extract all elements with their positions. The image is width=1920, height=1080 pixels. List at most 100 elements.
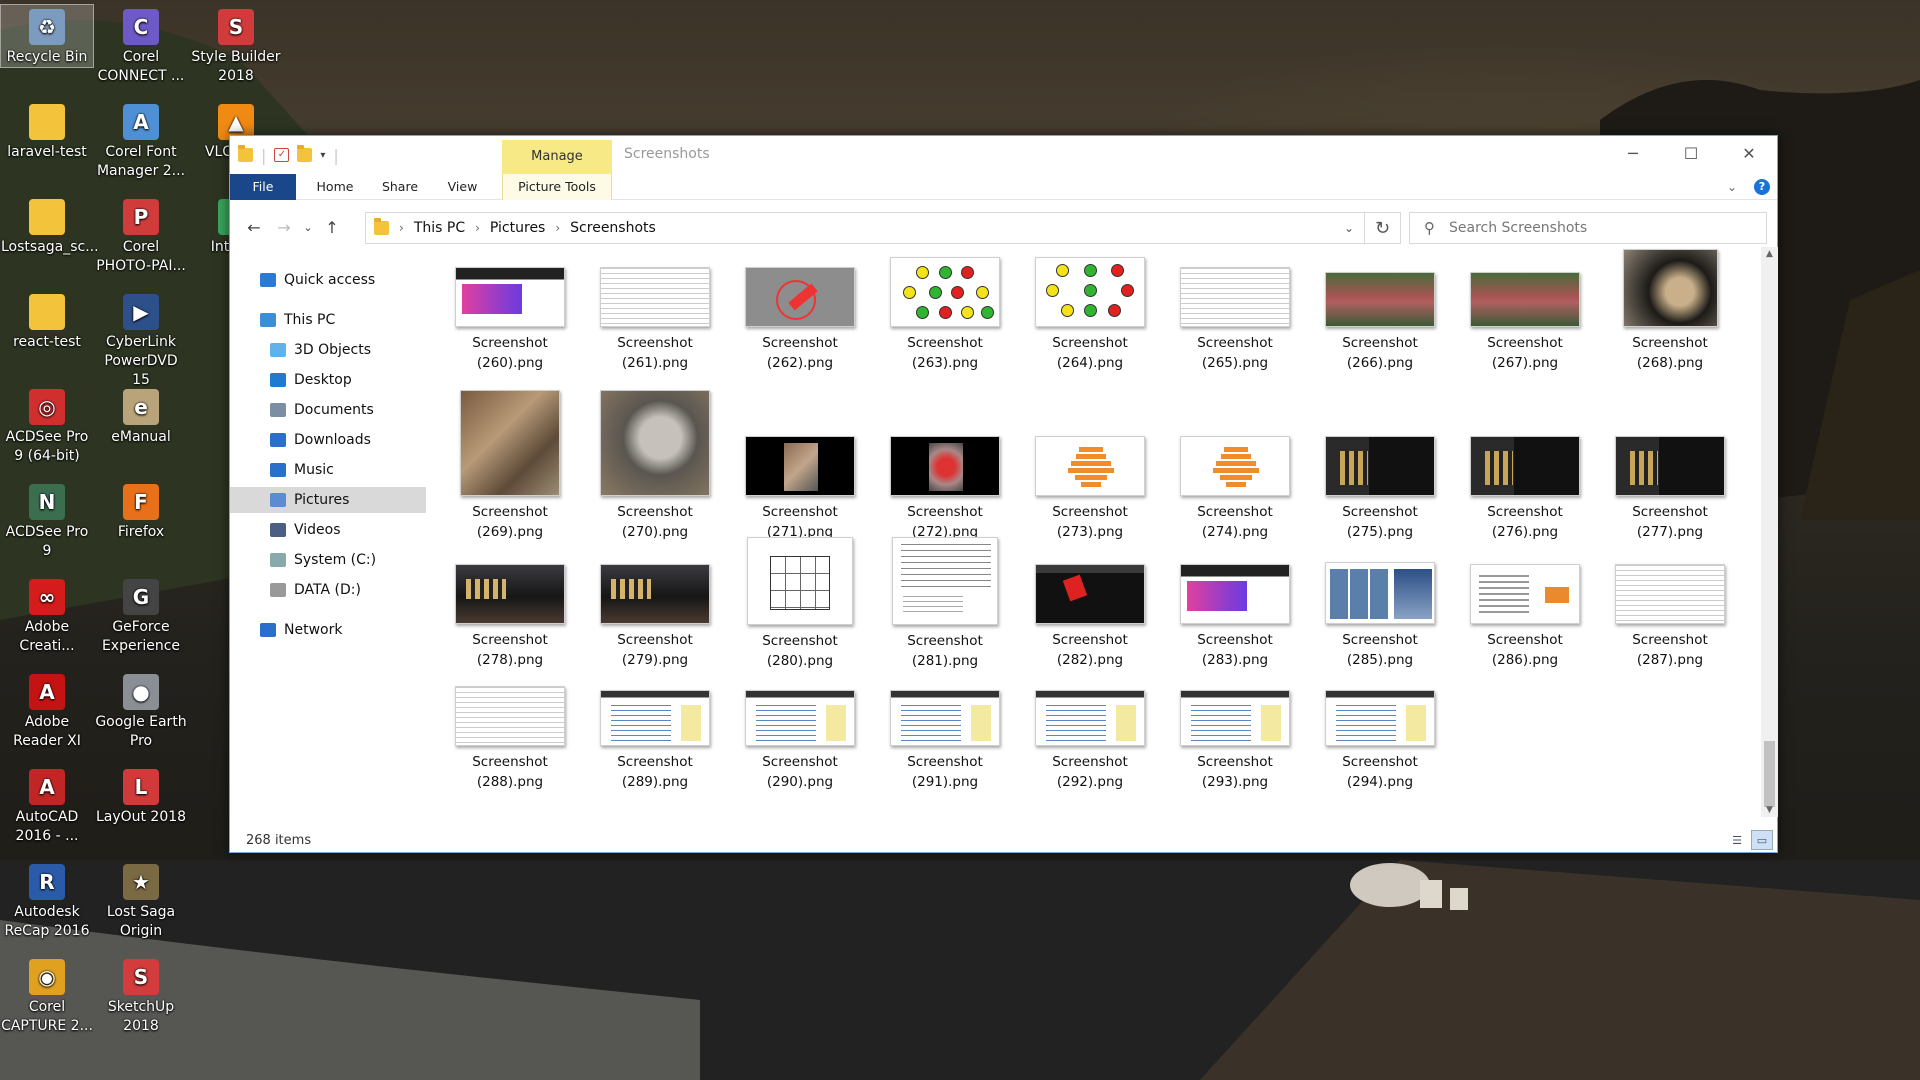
tab-share[interactable]: Share bbox=[375, 174, 425, 200]
recent-locations-button[interactable]: ⌄ bbox=[296, 215, 320, 239]
file-tile[interactable]: Screenshot (271).png bbox=[730, 382, 870, 542]
desktop-icon-corel-font-manager-2[interactable]: A Corel Font Manager 2... bbox=[95, 100, 187, 181]
up-button[interactable]: ↑ bbox=[320, 215, 344, 239]
file-tile[interactable]: Screenshot (282).png bbox=[1020, 537, 1160, 670]
folder-icon[interactable] bbox=[238, 145, 253, 162]
file-tile[interactable]: Screenshot (273).png bbox=[1020, 382, 1160, 542]
tab-view[interactable]: View bbox=[440, 174, 485, 200]
maximize-button[interactable]: ☐ bbox=[1662, 136, 1720, 170]
file-tile[interactable]: Screenshot (265).png bbox=[1165, 247, 1305, 373]
nav-item-network[interactable]: Network bbox=[230, 617, 426, 643]
desktop-icon-recycle-bin[interactable]: ♻ Recycle Bin bbox=[0, 4, 94, 68]
file-tile[interactable]: Screenshot (270).png bbox=[585, 382, 725, 542]
title-bar[interactable]: | ✓ ▾ | Manage Screenshots ─ ☐ ✕ bbox=[230, 136, 1777, 174]
desktop-icon-cyberlink-powerdvd-15[interactable]: ▶ CyberLink PowerDVD 15 bbox=[95, 290, 187, 390]
file-tile[interactable]: Screenshot (287).png bbox=[1600, 537, 1740, 670]
desktop-icon-react-test[interactable]: react-test bbox=[1, 290, 93, 352]
file-tile[interactable]: Screenshot (264).png bbox=[1020, 247, 1160, 373]
nav-item-quick-access[interactable]: Quick access bbox=[230, 267, 426, 293]
nav-item-documents[interactable]: Documents bbox=[230, 397, 426, 423]
file-tile[interactable]: Screenshot (263).png bbox=[875, 247, 1015, 373]
desktop-icon-emanual[interactable]: e eManual bbox=[95, 385, 187, 447]
file-tile[interactable]: Screenshot (261).png bbox=[585, 247, 725, 373]
forward-button[interactable]: → bbox=[272, 215, 296, 239]
file-tile[interactable]: Screenshot (290).png bbox=[730, 665, 870, 792]
tab-file[interactable]: File bbox=[230, 174, 296, 200]
file-tile[interactable]: Screenshot (276).png bbox=[1455, 382, 1595, 542]
large-icons-view-button[interactable]: ▭ bbox=[1751, 830, 1773, 850]
file-explorer-window[interactable]: | ✓ ▾ | Manage Screenshots ─ ☐ ✕ File Ho… bbox=[229, 135, 1778, 853]
nav-item-system-c[interactable]: System (C:) bbox=[230, 547, 426, 573]
file-tile[interactable]: Screenshot (285).png bbox=[1310, 537, 1450, 670]
desktop-icon-corel-photo-pai[interactable]: P Corel PHOTO-PAI... bbox=[95, 195, 187, 276]
close-button[interactable]: ✕ bbox=[1720, 136, 1778, 170]
file-tile[interactable]: Screenshot (292).png bbox=[1020, 665, 1160, 792]
file-tile[interactable]: Screenshot (279).png bbox=[585, 537, 725, 670]
scrollbar-thumb[interactable] bbox=[1764, 741, 1775, 807]
desktop-icon-laravel-test[interactable]: laravel-test bbox=[1, 100, 93, 162]
desktop-icon-google-earth-pro[interactable]: ● Google Earth Pro bbox=[95, 670, 187, 751]
properties-icon[interactable]: ✓ bbox=[274, 148, 290, 162]
desktop-icon-style-builder-2018[interactable]: S Style Builder 2018 bbox=[190, 5, 282, 86]
file-tile[interactable]: Screenshot (281).png bbox=[875, 537, 1015, 671]
breadcrumb-pictures[interactable]: Pictures bbox=[490, 220, 545, 236]
desktop-icon-sketchup-2018[interactable]: S SketchUp 2018 bbox=[95, 955, 187, 1036]
file-tile[interactable]: Screenshot (278).png bbox=[440, 537, 580, 670]
nav-item-desktop[interactable]: Desktop bbox=[230, 367, 426, 393]
desktop-icon-corel-connect[interactable]: C Corel CONNECT ... bbox=[95, 5, 187, 86]
search-input[interactable]: ⚲ Search Screenshots bbox=[1409, 212, 1767, 244]
file-tile[interactable]: Screenshot (293).png bbox=[1165, 665, 1305, 792]
file-tile[interactable]: Screenshot (274).png bbox=[1165, 382, 1305, 542]
address-dropdown-icon[interactable]: ⌄ bbox=[1344, 221, 1354, 235]
nav-item-data-d[interactable]: DATA (D:) bbox=[230, 577, 426, 603]
file-tile[interactable]: Screenshot (262).png bbox=[730, 247, 870, 373]
back-button[interactable]: ← bbox=[242, 215, 266, 239]
file-tile[interactable]: Screenshot (291).png bbox=[875, 665, 1015, 792]
desktop-icon-acdsee-pro-9[interactable]: N ACDSee Pro 9 bbox=[1, 480, 93, 561]
breadcrumb[interactable]: › This PC › Pictures › Screenshots ⌄ bbox=[365, 212, 1365, 244]
desktop-icon-autodesk-recap-2016[interactable]: R Autodesk ReCap 2016 bbox=[1, 860, 93, 941]
file-tile[interactable]: Screenshot (286).png bbox=[1455, 537, 1595, 670]
desktop-icon-lostsaga-sc[interactable]: Lostsaga_sc... bbox=[1, 195, 99, 257]
file-tile[interactable]: Screenshot (272).png bbox=[875, 382, 1015, 542]
nav-item-this-pc[interactable]: This PC bbox=[230, 307, 426, 333]
breadcrumb-screenshots[interactable]: Screenshots bbox=[570, 220, 656, 236]
file-tile[interactable]: Screenshot (269).png bbox=[440, 382, 580, 542]
refresh-button[interactable]: ↻ bbox=[1365, 212, 1401, 244]
scroll-down-icon[interactable]: ▼ bbox=[1761, 805, 1778, 815]
file-tile[interactable]: Screenshot (294).png bbox=[1310, 665, 1450, 792]
desktop-icon-geforce-experience[interactable]: G GeForce Experience bbox=[95, 575, 187, 656]
desktop-icon-layout-2018[interactable]: L LayOut 2018 bbox=[95, 765, 187, 827]
desktop-icon-autocad-2016[interactable]: A AutoCAD 2016 - ... bbox=[1, 765, 93, 846]
breadcrumb-this-pc[interactable]: This PC bbox=[414, 220, 465, 236]
file-tile[interactable]: Screenshot (260).png bbox=[440, 247, 580, 373]
desktop-icon-acdsee-pro-9-64-bit[interactable]: ◎ ACDSee Pro 9 (64-bit) bbox=[1, 385, 93, 466]
vertical-scrollbar[interactable]: ▲ ▼ bbox=[1761, 247, 1778, 817]
nav-item-pictures[interactable]: Pictures bbox=[230, 487, 426, 513]
desktop-icon-lost-saga-origin[interactable]: ★ Lost Saga Origin bbox=[95, 860, 187, 941]
manage-tab[interactable]: Manage bbox=[502, 140, 612, 174]
file-tile[interactable]: Screenshot (289).png bbox=[585, 665, 725, 792]
file-tile[interactable]: Screenshot (280).png bbox=[730, 537, 870, 671]
details-view-button[interactable]: ☰ bbox=[1726, 830, 1748, 850]
nav-item-videos[interactable]: Videos bbox=[230, 517, 426, 543]
desktop-icon-firefox[interactable]: F Firefox bbox=[95, 480, 187, 542]
tab-picture-tools[interactable]: Picture Tools bbox=[502, 174, 612, 200]
customize-toolbar-icon[interactable]: ▾ bbox=[320, 150, 325, 161]
file-tile[interactable]: Screenshot (277).png bbox=[1600, 382, 1740, 542]
tab-home[interactable]: Home bbox=[310, 174, 360, 200]
file-tile[interactable]: Screenshot (275).png bbox=[1310, 382, 1450, 542]
desktop-icon-corel-capture-2[interactable]: ◉ Corel CAPTURE 2... bbox=[1, 955, 93, 1036]
expand-ribbon-icon[interactable]: ⌄ bbox=[1727, 180, 1737, 194]
file-tile[interactable]: Screenshot (266).png bbox=[1310, 247, 1450, 373]
new-folder-icon[interactable] bbox=[297, 145, 313, 162]
minimize-button[interactable]: ─ bbox=[1604, 136, 1662, 170]
file-tile[interactable]: Screenshot (283).png bbox=[1165, 537, 1305, 670]
nav-item-downloads[interactable]: Downloads bbox=[230, 427, 426, 453]
file-tile[interactable]: Screenshot (268).png bbox=[1600, 247, 1740, 373]
desktop-icon-adobe-reader-xi[interactable]: A Adobe Reader XI bbox=[1, 670, 93, 751]
nav-item-3d-objects[interactable]: 3D Objects bbox=[230, 337, 426, 363]
nav-item-music[interactable]: Music bbox=[230, 457, 426, 483]
file-tile[interactable]: Screenshot (288).png bbox=[440, 665, 580, 792]
scroll-up-icon[interactable]: ▲ bbox=[1761, 249, 1778, 259]
